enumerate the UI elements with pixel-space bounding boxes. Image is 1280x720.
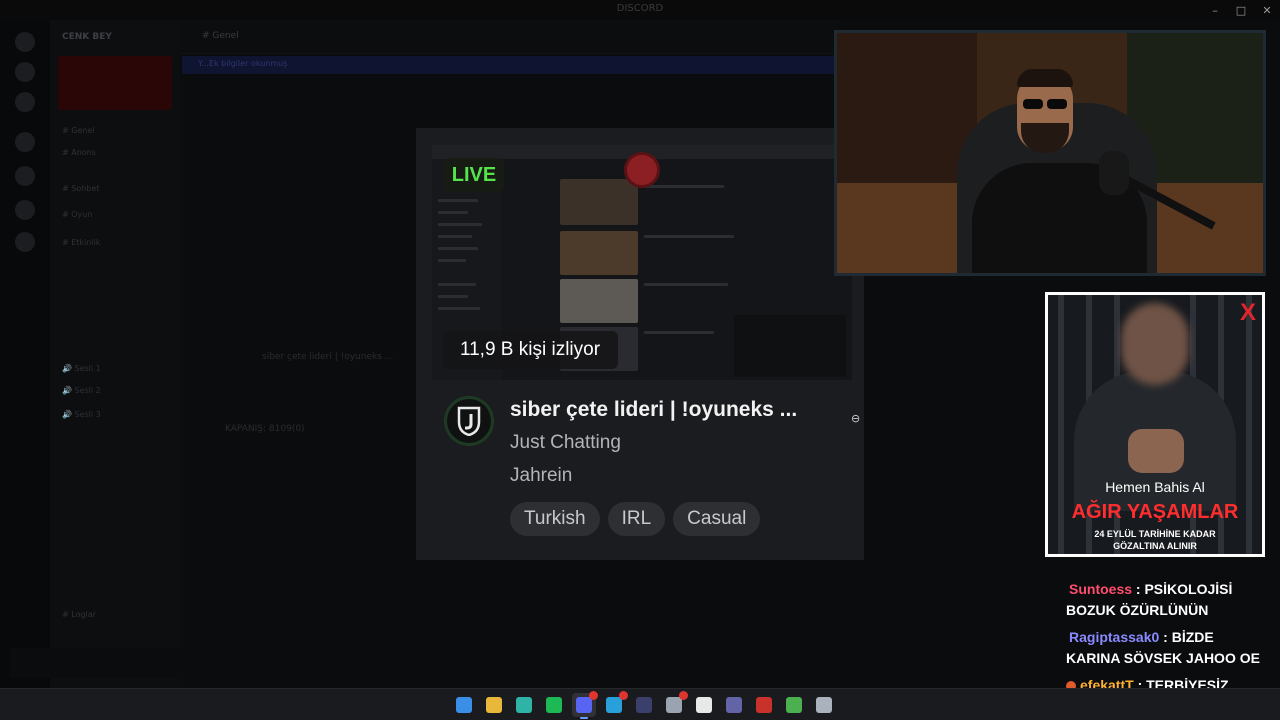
taskbar-glyph [816, 697, 832, 713]
minecraft-icon[interactable] [782, 693, 806, 717]
spotify-icon[interactable] [542, 693, 566, 717]
taskbar-glyph [456, 697, 472, 713]
telegram-icon[interactable] [602, 691, 628, 717]
live-badge: LIVE [444, 158, 504, 192]
close-button[interactable]: ✕ [1254, 0, 1280, 20]
edge-browser-icon[interactable] [512, 693, 536, 717]
stream-title[interactable]: siber çete lideri | !oyuneks ... [510, 398, 850, 422]
desktop-screen: DISCORD – □ ✕ CENK BEY # Genel # Anons #… [0, 0, 1280, 720]
active-indicator [580, 717, 588, 719]
explore-icon[interactable] [15, 232, 35, 252]
server-icon[interactable] [15, 166, 35, 186]
channel-item[interactable]: # Oyun [62, 210, 92, 219]
window-controls: – □ ✕ [1202, 0, 1280, 20]
taskbar-glyph [666, 697, 682, 713]
webcam-overlay [834, 30, 1266, 276]
server-icon[interactable] [15, 132, 35, 152]
server-icon[interactable] [15, 62, 35, 82]
taskbar-glyph [786, 697, 802, 713]
notion-icon[interactable] [692, 693, 716, 717]
channel-item[interactable]: # Sohbet [62, 184, 99, 193]
stream-category[interactable]: Just Chatting [510, 432, 621, 454]
tag-chip[interactable]: Turkish [510, 502, 600, 536]
stream-tags: Turkish IRL Casual [510, 502, 761, 536]
chat-message: Suntoess : PSİKOLOJİSİ BOZUK ÖZÜRLÜNÜN [1066, 579, 1266, 621]
taskbar-glyph [546, 697, 562, 713]
voice-channel-item[interactable]: 🔊 Sesli 2 [62, 386, 101, 395]
chat-header: # Genel [180, 20, 840, 54]
ad-subline: GÖZALTINA ALINIR [1113, 541, 1197, 551]
obs-icon[interactable] [632, 693, 656, 717]
chat-message: siber çete lideri | !oyuneks ... [262, 352, 394, 362]
chat-message: KAPANIŞ: 8109(0) [225, 424, 305, 434]
window-title: DISCORD [616, 3, 664, 14]
maximize-button[interactable]: □ [1228, 0, 1254, 20]
mouse-cursor-icon: ⊖ [851, 412, 861, 425]
channel-item[interactable]: # Anons [62, 148, 96, 157]
steam-icon[interactable] [662, 691, 688, 717]
taskbar-glyph [756, 697, 772, 713]
thumbnail-chat [734, 315, 846, 377]
ad-banner[interactable]: X Hemen Bahis Al AĞIR YAŞAMLAR 24 EYLÜL … [1045, 292, 1265, 557]
stream-channel-name[interactable]: Jahrein [510, 465, 572, 487]
tag-chip[interactable]: IRL [607, 502, 666, 536]
taskbar-apps [452, 691, 836, 719]
notification-badge [589, 691, 598, 700]
channel-item[interactable]: # Loglar [62, 610, 96, 619]
taskbar-glyph [516, 697, 532, 713]
chat-username: Ragiptassak0 [1069, 629, 1160, 645]
channel-avatar[interactable] [444, 396, 494, 446]
ad-headline: AĞIR YAŞAMLAR [1071, 501, 1239, 523]
ad-subline: 24 EYLÜL TARİHİNE KADAR [1094, 529, 1216, 539]
taskbar-glyph [606, 697, 622, 713]
channel-item[interactable]: # Etkinlik [62, 238, 100, 247]
user-panel [10, 648, 180, 678]
chat-username: Suntoess [1069, 581, 1133, 597]
tag-chip[interactable]: Casual [673, 502, 761, 536]
file-explorer-icon[interactable] [482, 693, 506, 717]
voice-channel-item[interactable]: 🔊 Sesli 1 [62, 364, 101, 373]
notification-badge [679, 691, 688, 700]
voice-channel-item[interactable]: 🔊 Sesli 3 [62, 410, 101, 419]
game-launcher-icon[interactable] [752, 693, 776, 717]
ad-tagline: Hemen Bahis Al [1105, 479, 1205, 495]
add-server-icon[interactable] [15, 200, 35, 220]
taskbar-glyph [726, 697, 742, 713]
server-banner [58, 56, 172, 110]
notice-text: Y...Ek bilgiler okunmuş [198, 59, 288, 68]
notice-bar: Y...Ek bilgiler okunmuş [182, 56, 838, 74]
minimize-button[interactable]: – [1202, 0, 1228, 20]
channel-sidebar: CENK BEY # Genel # Anons # Sohbet # Oyun… [50, 20, 180, 688]
discord-icon[interactable] [572, 691, 598, 719]
channel-item[interactable]: # Genel [62, 126, 95, 135]
viewer-count: 11,9 B kişi izliyor [442, 331, 618, 369]
taskbar-glyph [696, 697, 712, 713]
ad-close-icon[interactable]: X [1240, 299, 1256, 327]
taskbar [0, 688, 1280, 720]
server-rail [0, 20, 50, 688]
taskbar-glyph [486, 697, 502, 713]
taskbar-glyph [636, 697, 652, 713]
taskbar-glyph [576, 697, 592, 713]
title-bar: DISCORD – □ ✕ [0, 0, 1280, 20]
server-icon[interactable] [15, 92, 35, 112]
channel-title: # Genel [202, 31, 239, 41]
chat-message: Ragiptassak0 : BİZDE KARINA SÖVSEK JAHOO… [1066, 627, 1266, 669]
server-icon[interactable] [15, 32, 35, 52]
ad-image: X Hemen Bahis Al AĞIR YAŞAMLAR 24 EYLÜL … [1048, 295, 1262, 554]
settings-icon[interactable] [812, 693, 836, 717]
teams-icon[interactable] [722, 693, 746, 717]
notification-badge [619, 691, 628, 700]
server-name[interactable]: CENK BEY [62, 32, 112, 42]
microphone-icon [1099, 151, 1129, 195]
channel-logo-icon [457, 406, 481, 436]
record-icon [624, 152, 660, 188]
windows-start-icon[interactable] [452, 693, 476, 717]
